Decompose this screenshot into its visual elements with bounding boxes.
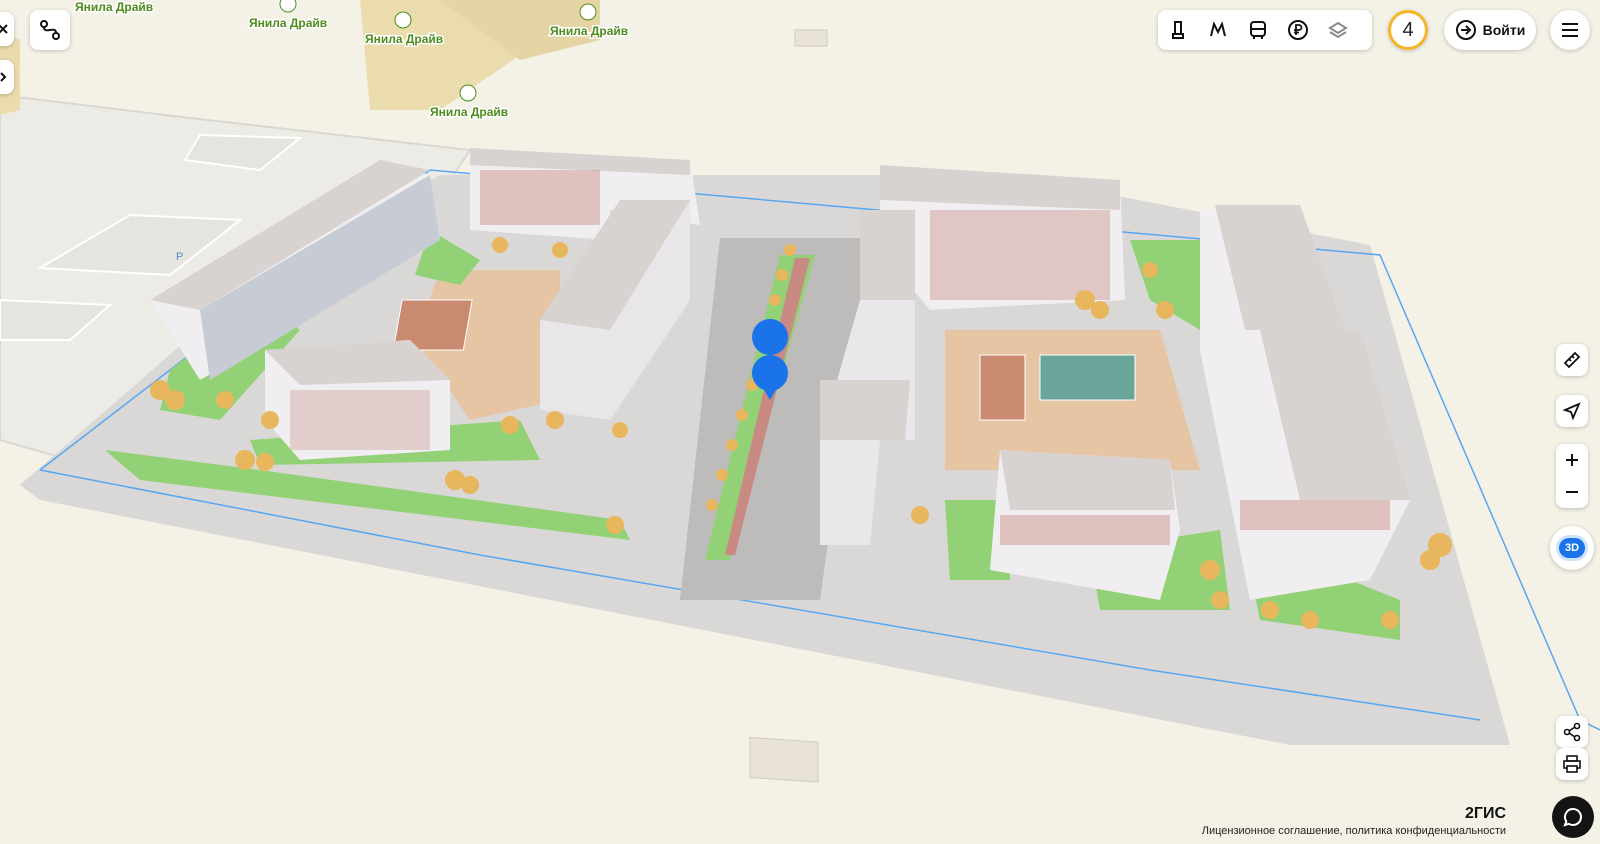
ruler-button[interactable] <box>1556 344 1588 376</box>
bus-icon <box>1250 21 1266 39</box>
ruler-icon <box>1563 351 1581 369</box>
weather-badge[interactable]: 4 <box>1388 10 1428 50</box>
chat-icon <box>1563 807 1582 827</box>
basketball-court <box>979 354 1026 421</box>
layers-icon <box>1328 21 1348 39</box>
sports-field <box>1039 354 1136 401</box>
poi-marker[interactable]: Янила Драйв <box>248 15 329 32</box>
login-icon <box>1455 20 1476 40</box>
share-button[interactable] <box>1556 716 1588 748</box>
traffic-button[interactable] <box>1158 10 1198 50</box>
login-button[interactable]: Войти <box>1444 10 1536 50</box>
plus-icon <box>1566 454 1578 466</box>
layers-button[interactable] <box>1318 10 1358 50</box>
svg-text:Янила Драйв: Янила Драйв <box>249 16 327 30</box>
zoom-in-button[interactable] <box>1556 444 1588 476</box>
garage <box>749 736 819 783</box>
locate-button[interactable] <box>1556 395 1588 427</box>
mode-label: 3D <box>1558 538 1586 558</box>
locate-icon <box>1562 402 1581 421</box>
menu-button[interactable] <box>1550 10 1590 50</box>
brand-logo: 2ГИС <box>1464 805 1506 822</box>
share-icon <box>1563 722 1581 742</box>
traffic-icon <box>1172 21 1184 39</box>
view-mode-toggle[interactable]: 3D <box>1550 526 1594 570</box>
collapse-panel-button[interactable] <box>0 12 14 46</box>
expand-panel-button[interactable] <box>0 60 14 94</box>
transport-button[interactable] <box>1238 10 1278 50</box>
close-icon <box>0 24 8 34</box>
apartment-building <box>265 340 450 460</box>
print-button[interactable] <box>1556 748 1588 780</box>
minus-icon <box>1566 491 1578 493</box>
parking-label: P <box>176 251 183 263</box>
print-icon <box>1563 755 1581 773</box>
route-icon <box>40 20 60 40</box>
apartment-building <box>880 165 1125 310</box>
ruble-icon <box>1288 20 1308 40</box>
chat-button[interactable] <box>1552 796 1594 838</box>
menu-icon <box>1562 23 1578 37</box>
zoom-out-button[interactable] <box>1556 476 1588 508</box>
svg-text:Янила Драйв: Янила Драйв <box>75 0 153 14</box>
prices-button[interactable] <box>1278 10 1318 50</box>
svg-text:Янила Драйв: Янила Драйв <box>365 32 443 46</box>
svg-text:Янила Драйв: Янила Драйв <box>550 24 628 38</box>
metro-button[interactable] <box>1198 10 1238 50</box>
route-button[interactable] <box>30 10 70 50</box>
garage <box>794 29 828 47</box>
zoom-control <box>1556 444 1588 508</box>
metro-icon <box>1210 21 1226 37</box>
map-layers-toolbar <box>1158 10 1372 50</box>
svg-text:Янила Драйв: Янила Драйв <box>430 105 508 119</box>
login-label: Войти <box>1482 22 1526 38</box>
weather-value: 4 <box>1402 18 1414 41</box>
legal-link[interactable]: Лицензионное соглашение, политика конфид… <box>1202 825 1506 837</box>
map-canvas[interactable]: P Янила Драйв Янила Драйв Янила Драйв Ян… <box>0 0 1600 844</box>
chevron-right-icon <box>0 72 7 82</box>
